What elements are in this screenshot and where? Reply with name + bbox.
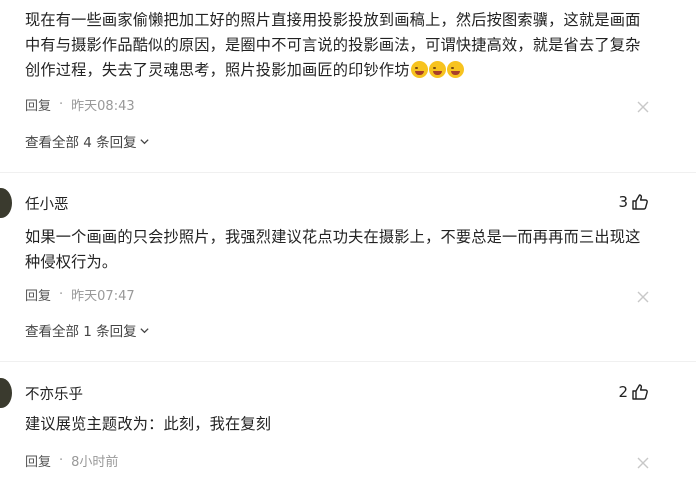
view-all-replies-label: 查看全部 4 条回复 xyxy=(25,135,137,151)
reply-button[interactable]: 回复 xyxy=(25,451,51,470)
avatar[interactable] xyxy=(0,188,12,218)
comment-meta: 回复 · 昨天07:47 xyxy=(25,285,135,304)
like-count: 3 xyxy=(618,193,628,211)
divider xyxy=(0,172,696,173)
divider xyxy=(0,361,696,362)
meta-separator: · xyxy=(59,97,64,112)
comment-author[interactable]: 不亦乐乎 xyxy=(25,383,83,404)
reply-button[interactable]: 回复 xyxy=(25,285,51,304)
close-icon[interactable] xyxy=(637,288,649,303)
thumbs-up-icon xyxy=(632,384,648,400)
comment-time: 8小时前 xyxy=(71,455,119,470)
comment-meta: 回复 · 昨天08:43 xyxy=(25,95,135,114)
like-button[interactable]: 3 xyxy=(618,192,650,212)
like-count: 2 xyxy=(618,383,628,401)
view-all-replies-label: 查看全部 1 条回复 xyxy=(25,324,137,340)
comment-text: 如果一个画画的只会抄照片，我强烈建议花点功夫在摄影上，不要总是一而再再而三出现这… xyxy=(25,228,641,271)
thumbs-up-icon xyxy=(632,194,648,210)
view-all-replies-button[interactable]: 查看全部 1 条回复 xyxy=(25,320,150,340)
meta-separator: · xyxy=(59,453,64,468)
close-icon[interactable] xyxy=(637,454,649,469)
comment-time: 昨天07:47 xyxy=(71,289,135,304)
chevron-down-icon xyxy=(140,138,149,144)
like-button[interactable]: 2 xyxy=(618,382,650,402)
view-all-replies-button[interactable]: 查看全部 4 条回复 xyxy=(25,131,150,151)
laughing-crying-emoji-icon xyxy=(446,61,464,78)
reply-button[interactable]: 回复 xyxy=(25,95,51,114)
comment-meta: 回复 · 8小时前 xyxy=(25,451,118,470)
close-icon[interactable] xyxy=(637,98,649,113)
comment-time: 昨天08:43 xyxy=(71,99,135,114)
chevron-down-icon xyxy=(140,327,149,333)
meta-separator: · xyxy=(59,287,64,302)
comment-author[interactable]: 任小恶 xyxy=(25,193,69,214)
avatar[interactable] xyxy=(0,378,12,408)
laughing-crying-emoji-icon xyxy=(428,61,446,78)
comment-text: 建议展览主题改为：此刻，我在复刻 xyxy=(25,415,272,433)
laughing-crying-emoji-icon xyxy=(410,61,428,78)
comment-text: 现在有一些画家偷懒把加工好的照片直接用投影投放到画稿上，然后按图索骥，这就是画面… xyxy=(25,11,641,79)
